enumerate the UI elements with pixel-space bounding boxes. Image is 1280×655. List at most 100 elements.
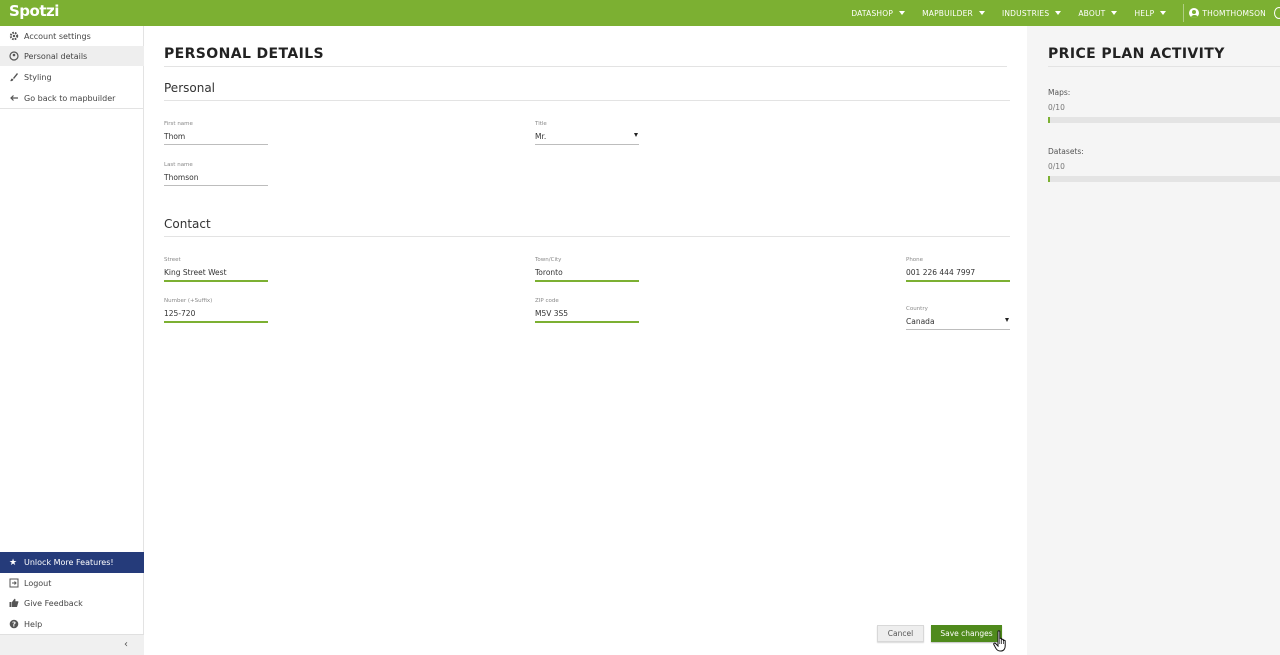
nav-datashop[interactable]: DATASHOP (851, 8, 906, 18)
sidebar-item-label: Personal details (24, 51, 88, 61)
price-plan-divider (1048, 66, 1280, 67)
field-underline (164, 280, 268, 282)
star-icon: ★ (9, 557, 18, 568)
title-select[interactable]: Title Mr. (535, 121, 639, 145)
datasets-progress-bar (1048, 176, 1280, 182)
field-value[interactable]: Thom (164, 129, 268, 141)
field-underline (164, 321, 268, 323)
sidebar-item-account-settings[interactable]: Account settings (0, 26, 144, 46)
thumbs-up-icon (9, 598, 19, 608)
field-underline (535, 280, 639, 282)
sidebar-item-go-back[interactable]: Go back to mapbuilder (0, 88, 144, 108)
sidebar-item-styling[interactable]: Styling (0, 67, 144, 87)
field-value[interactable]: Toronto (535, 265, 639, 277)
settings-icon[interactable] (1274, 7, 1280, 19)
field-value[interactable]: 125-720 (164, 306, 268, 318)
nav-label: DATASHOP (851, 8, 894, 18)
caret-down-icon (978, 11, 985, 15)
field-label: First name (164, 121, 193, 127)
sidebar-item-label: Give Feedback (24, 598, 83, 608)
phone-field[interactable]: Phone 001 226 444 7997 (906, 257, 1010, 282)
sidebar-collapse-bar[interactable]: ‹ (0, 634, 144, 655)
nav-label: ABOUT (1078, 8, 1106, 18)
field-label: ZIP code (535, 298, 559, 304)
section-divider (164, 100, 1010, 101)
field-label: Title (535, 121, 547, 127)
price-plan-panel: PRICE PLAN ACTIVITY Maps: 0/10 Datasets:… (1027, 26, 1280, 655)
top-bar: Spotzi DATASHOP MAPBUILDER INDUSTRIES AB… (0, 0, 1280, 26)
sidebar-item-feedback[interactable]: Give Feedback (0, 593, 144, 613)
section-divider (164, 236, 1010, 237)
caret-down-icon (1160, 11, 1167, 15)
sidebar-divider (0, 108, 144, 109)
price-plan-title: PRICE PLAN ACTIVITY (1048, 46, 1225, 62)
page-title: PERSONAL DETAILS (164, 46, 325, 62)
field-underline (164, 144, 268, 145)
datasets-count: 0/10 (1048, 162, 1065, 171)
sidebar-item-label: Logout (24, 578, 52, 588)
sidebar-item-personal-details[interactable]: Personal details (0, 46, 144, 66)
field-value[interactable]: 001 226 444 7997 (906, 265, 1010, 277)
zip-field[interactable]: ZIP code M5V 3S5 (535, 298, 639, 323)
username: THOMTHOMSON (1202, 8, 1266, 18)
field-underline (906, 280, 1010, 282)
top-nav: DATASHOP MAPBUILDER INDUSTRIES ABOUT HEL… (851, 0, 1280, 26)
field-label: Last name (164, 162, 193, 168)
nav-industries[interactable]: INDUSTRIES (1001, 8, 1062, 18)
country-select[interactable]: Country Canada (906, 306, 1010, 330)
brush-icon (9, 72, 19, 82)
unlock-features-button[interactable]: ★ Unlock More Features! (0, 552, 144, 573)
spotzi-logo[interactable]: Spotzi (9, 2, 59, 20)
save-changes-button[interactable]: Save changes (931, 625, 1002, 642)
section-title-personal: Personal (164, 81, 216, 95)
caret-down-icon (899, 11, 906, 15)
first-name-field[interactable]: First name Thom (164, 121, 268, 145)
field-value[interactable]: Thomson (164, 170, 268, 182)
sidebar-item-help[interactable]: ? Help (0, 614, 144, 634)
last-name-field[interactable]: Last name Thomson (164, 162, 268, 186)
hand-cursor-icon (993, 630, 1006, 652)
field-value[interactable]: King Street West (164, 265, 268, 277)
number-field[interactable]: Number (+Suffix) 125-720 (164, 298, 268, 323)
nav-mapbuilder[interactable]: MAPBUILDER (922, 9, 985, 18)
field-label: Country (906, 306, 928, 312)
field-value[interactable]: M5V 3S5 (535, 306, 639, 318)
sidebar: Account settings Personal details Stylin… (0, 26, 144, 655)
cancel-button[interactable]: Cancel (877, 625, 924, 642)
sidebar-item-logout[interactable]: Logout (0, 573, 144, 593)
logout-icon (9, 578, 19, 588)
unlock-label: Unlock More Features! (24, 558, 114, 567)
caret-down-icon[interactable] (634, 133, 638, 137)
nav-label: MAPBUILDER (922, 8, 973, 18)
sidebar-item-label: Account settings (24, 31, 91, 41)
field-underline (906, 329, 1010, 330)
field-underline (164, 185, 268, 186)
street-field[interactable]: Street King Street West (164, 257, 268, 282)
town-field[interactable]: Town/City Toronto (535, 257, 639, 282)
nav-label: HELP (1134, 8, 1155, 18)
arrow-left-icon (9, 93, 19, 103)
chevron-left-icon[interactable]: ‹ (124, 639, 128, 650)
maps-progress-fill (1048, 117, 1050, 123)
nav-label: INDUSTRIES (1001, 8, 1050, 18)
maps-label: Maps: (1048, 88, 1071, 97)
caret-down-icon (1055, 11, 1062, 15)
svg-text:?: ? (12, 621, 16, 629)
field-label: Phone (906, 257, 924, 263)
help-icon: ? (9, 619, 19, 629)
field-value[interactable]: Canada (906, 314, 1010, 326)
field-value[interactable]: Mr. (535, 129, 639, 141)
datasets-label: Datasets: (1048, 147, 1084, 156)
field-label: Town/City (535, 257, 562, 263)
field-underline (535, 144, 639, 145)
maps-progress-bar (1048, 117, 1280, 123)
caret-down-icon[interactable] (1005, 318, 1009, 322)
nav-help[interactable]: HELP (1134, 8, 1167, 18)
caret-down-icon (1111, 11, 1118, 15)
user-menu[interactable]: THOMTHOMSON (1183, 4, 1280, 22)
user-circle-icon (9, 51, 19, 61)
field-label: Number (+Suffix) (164, 298, 213, 304)
nav-about[interactable]: ABOUT (1078, 8, 1118, 18)
user-icon (1189, 8, 1200, 18)
field-underline (535, 321, 639, 323)
